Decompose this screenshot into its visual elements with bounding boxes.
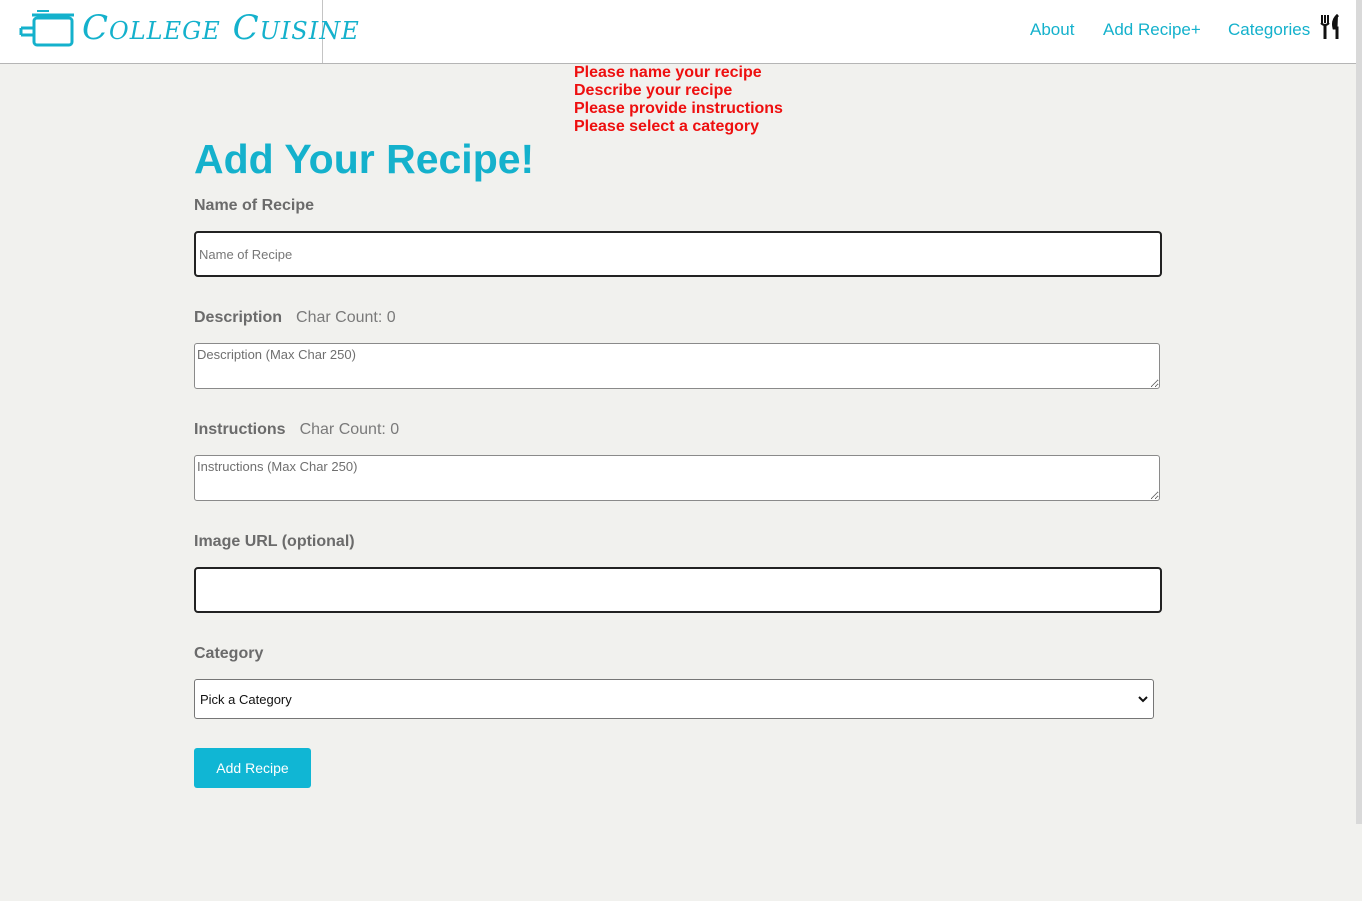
pot-icon [19,10,74,47]
instructions-char-count: Char Count: 0 [299,421,400,438]
error-messages: Please name your recipe Describe your re… [574,64,783,136]
image-url-input[interactable] [194,567,1162,613]
nav-categories[interactable]: Categories [1228,20,1310,40]
error-description: Describe your recipe [574,82,733,99]
utensils-icon[interactable] [1320,14,1342,40]
add-recipe-button[interactable]: Add Recipe [194,748,311,788]
category-select[interactable]: Pick a Category [194,679,1154,719]
image-url-label: Image URL (optional) [194,533,355,550]
category-label: Category [194,645,264,662]
nav-add-recipe[interactable]: Add Recipe+ [1103,20,1201,40]
description-label: Description [194,309,283,326]
instructions-label: Instructions [194,421,286,438]
instructions-label-row: Instructions Char Count: 0 [194,421,399,439]
error-instructions: Please provide instructions [574,100,783,117]
nav-about[interactable]: About [1030,20,1074,40]
error-name: Please name your recipe [574,64,762,81]
chevron-down-icon [1138,696,1148,703]
name-label: Name of Recipe [194,197,315,214]
instructions-textarea[interactable] [194,455,1160,501]
recipe-name-input[interactable] [194,231,1162,277]
category-selected-value: Pick a Category [200,692,292,707]
error-category: Please select a category [574,118,760,135]
brand-name: College Cuisine [82,8,360,48]
description-textarea[interactable] [194,343,1160,389]
description-char-count: Char Count: 0 [296,309,396,326]
brand[interactable]: College Cuisine [0,0,359,63]
scrollbar[interactable] [1356,0,1362,824]
navbar: College Cuisine About Add Recipe+ Catego… [0,0,1356,64]
description-label-row: Description Char Count: 0 [194,309,396,327]
page-title: Add Your Recipe! [194,136,535,182]
